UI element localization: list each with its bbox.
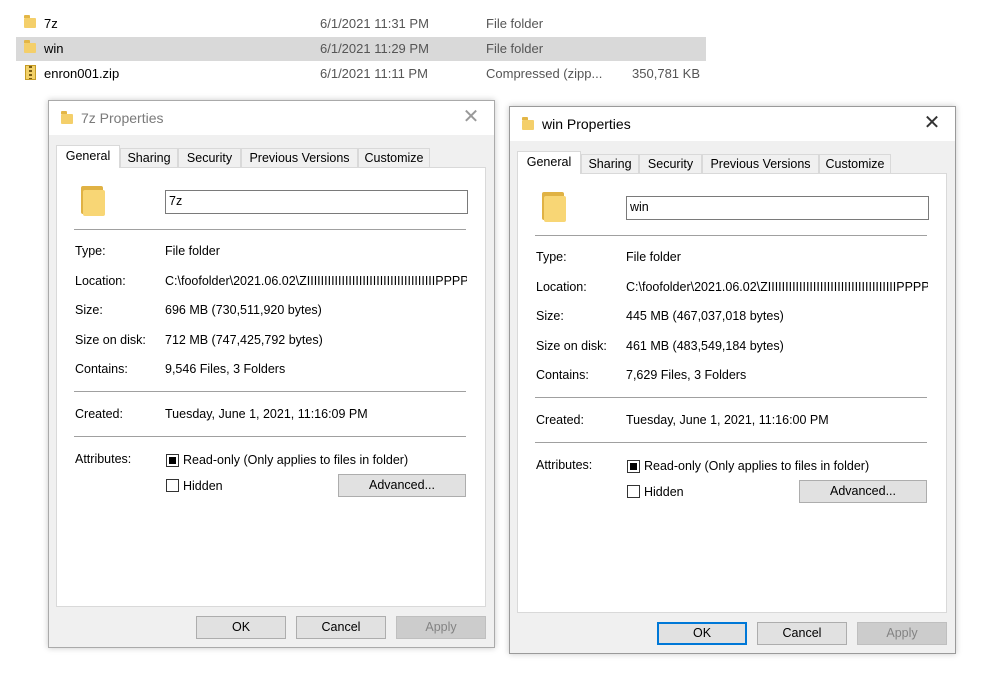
properties-dialog-win: win Properties ✕ General Sharing Securit… xyxy=(509,106,956,654)
size-on-disk-value: 461 MB (483,549,184 bytes) xyxy=(626,339,784,353)
created-value: Tuesday, June 1, 2021, 11:16:00 PM xyxy=(626,413,829,427)
tab-general[interactable]: General xyxy=(517,151,581,174)
general-panel: 7z Type: File folder Location: C:\foofol… xyxy=(56,167,486,607)
apply-button[interactable]: Apply xyxy=(857,622,947,645)
advanced-button[interactable]: Advanced... xyxy=(338,474,466,497)
tab-sharing[interactable]: Sharing xyxy=(120,148,178,167)
general-panel: win Type: File folder Location: C:\foofo… xyxy=(517,173,947,613)
divider xyxy=(74,436,466,437)
close-icon[interactable]: ✕ xyxy=(448,101,494,135)
hidden-checkbox[interactable] xyxy=(166,479,179,492)
divider xyxy=(535,442,927,443)
contains-label: Contains: xyxy=(536,368,589,382)
hidden-label: Hidden xyxy=(183,479,223,493)
file-type: Compressed (zipp... xyxy=(486,66,603,81)
read-only-checkbox[interactable] xyxy=(166,454,179,467)
divider xyxy=(535,397,927,398)
created-value: Tuesday, June 1, 2021, 11:16:09 PM xyxy=(165,407,368,421)
ok-button[interactable]: OK xyxy=(196,616,286,639)
contains-value: 9,546 Files, 3 Folders xyxy=(165,362,286,376)
file-row-win[interactable]: win 6/1/2021 11:29 PM File folder xyxy=(16,37,706,61)
type-label: Type: xyxy=(75,244,106,258)
cancel-button[interactable]: Cancel xyxy=(757,622,847,645)
tab-customize[interactable]: Customize xyxy=(819,154,891,173)
close-icon[interactable]: ✕ xyxy=(909,107,955,141)
folder-icon xyxy=(81,184,105,216)
apply-button[interactable]: Apply xyxy=(396,616,486,639)
cancel-button[interactable]: Cancel xyxy=(296,616,386,639)
size-on-disk-label: Size on disk: xyxy=(75,333,146,347)
attributes-label: Attributes: xyxy=(75,452,132,466)
tab-security[interactable]: Security xyxy=(178,148,241,167)
folder-icon xyxy=(24,40,38,55)
properties-dialog-7z: 7z Properties ✕ General Sharing Security… xyxy=(48,100,495,648)
size-on-disk-label: Size on disk: xyxy=(536,339,607,353)
divider xyxy=(535,235,927,236)
ok-button[interactable]: OK xyxy=(657,622,747,645)
contains-label: Contains: xyxy=(75,362,128,376)
advanced-button[interactable]: Advanced... xyxy=(799,480,927,503)
dialog-title: 7z Properties xyxy=(81,110,164,126)
type-value: File folder xyxy=(165,244,220,258)
tab-general[interactable]: General xyxy=(56,145,120,168)
size-label: Size: xyxy=(75,303,103,317)
zip-file-icon xyxy=(24,65,38,80)
tab-security[interactable]: Security xyxy=(639,154,702,173)
title-bar[interactable]: win Properties ✕ xyxy=(510,107,955,141)
folder-name-input[interactable]: win xyxy=(626,196,929,220)
read-only-label: Read-only (Only applies to files in fold… xyxy=(183,453,409,467)
read-only-checkbox[interactable] xyxy=(627,460,640,473)
type-value: File folder xyxy=(626,250,681,264)
file-type: File folder xyxy=(486,16,544,31)
file-size: 350,781 KB xyxy=(632,66,700,81)
location-value: C:\foofolder\2021.06.02\ZIIIIIIIIIIIIIII… xyxy=(626,280,928,294)
title-bar[interactable]: 7z Properties ✕ xyxy=(49,101,494,135)
file-name: win xyxy=(44,41,64,56)
file-row-7z[interactable]: 7z 6/1/2021 11:31 PM File folder xyxy=(16,12,706,36)
tab-previous-versions[interactable]: Previous Versions xyxy=(702,154,819,173)
folder-name-input[interactable]: 7z xyxy=(165,190,468,214)
size-on-disk-value: 712 MB (747,425,792 bytes) xyxy=(165,333,323,347)
folder-icon xyxy=(61,111,73,124)
divider xyxy=(74,229,466,230)
file-date: 6/1/2021 11:29 PM xyxy=(320,41,429,56)
folder-icon xyxy=(24,15,38,30)
location-label: Location: xyxy=(75,274,126,288)
size-value: 445 MB (467,037,018 bytes) xyxy=(626,309,784,323)
hidden-label: Hidden xyxy=(644,485,684,499)
file-name: 7z xyxy=(44,16,58,31)
location-value: C:\foofolder\2021.06.02\ZIIIIIIIIIIIIIII… xyxy=(165,274,467,288)
file-type: File folder xyxy=(486,41,544,56)
folder-icon xyxy=(542,190,566,222)
contains-value: 7,629 Files, 3 Folders xyxy=(626,368,747,382)
divider xyxy=(74,391,466,392)
tab-sharing[interactable]: Sharing xyxy=(581,154,639,173)
file-name: enron001.zip xyxy=(44,66,120,81)
size-value: 696 MB (730,511,920 bytes) xyxy=(165,303,322,317)
folder-icon xyxy=(522,117,534,130)
file-row-enron001-zip[interactable]: enron001.zip 6/1/2021 11:11 PM Compresse… xyxy=(16,62,706,86)
attributes-label: Attributes: xyxy=(536,458,593,472)
file-date: 6/1/2021 11:31 PM xyxy=(320,16,429,31)
size-label: Size: xyxy=(536,309,564,323)
file-date: 6/1/2021 11:11 PM xyxy=(320,66,428,81)
hidden-checkbox[interactable] xyxy=(627,485,640,498)
type-label: Type: xyxy=(536,250,567,264)
created-label: Created: xyxy=(75,407,123,421)
tab-previous-versions[interactable]: Previous Versions xyxy=(241,148,358,167)
read-only-label: Read-only (Only applies to files in fold… xyxy=(644,459,870,473)
created-label: Created: xyxy=(536,413,584,427)
tab-customize[interactable]: Customize xyxy=(358,148,430,167)
dialog-title: win Properties xyxy=(542,116,631,132)
location-label: Location: xyxy=(536,280,587,294)
